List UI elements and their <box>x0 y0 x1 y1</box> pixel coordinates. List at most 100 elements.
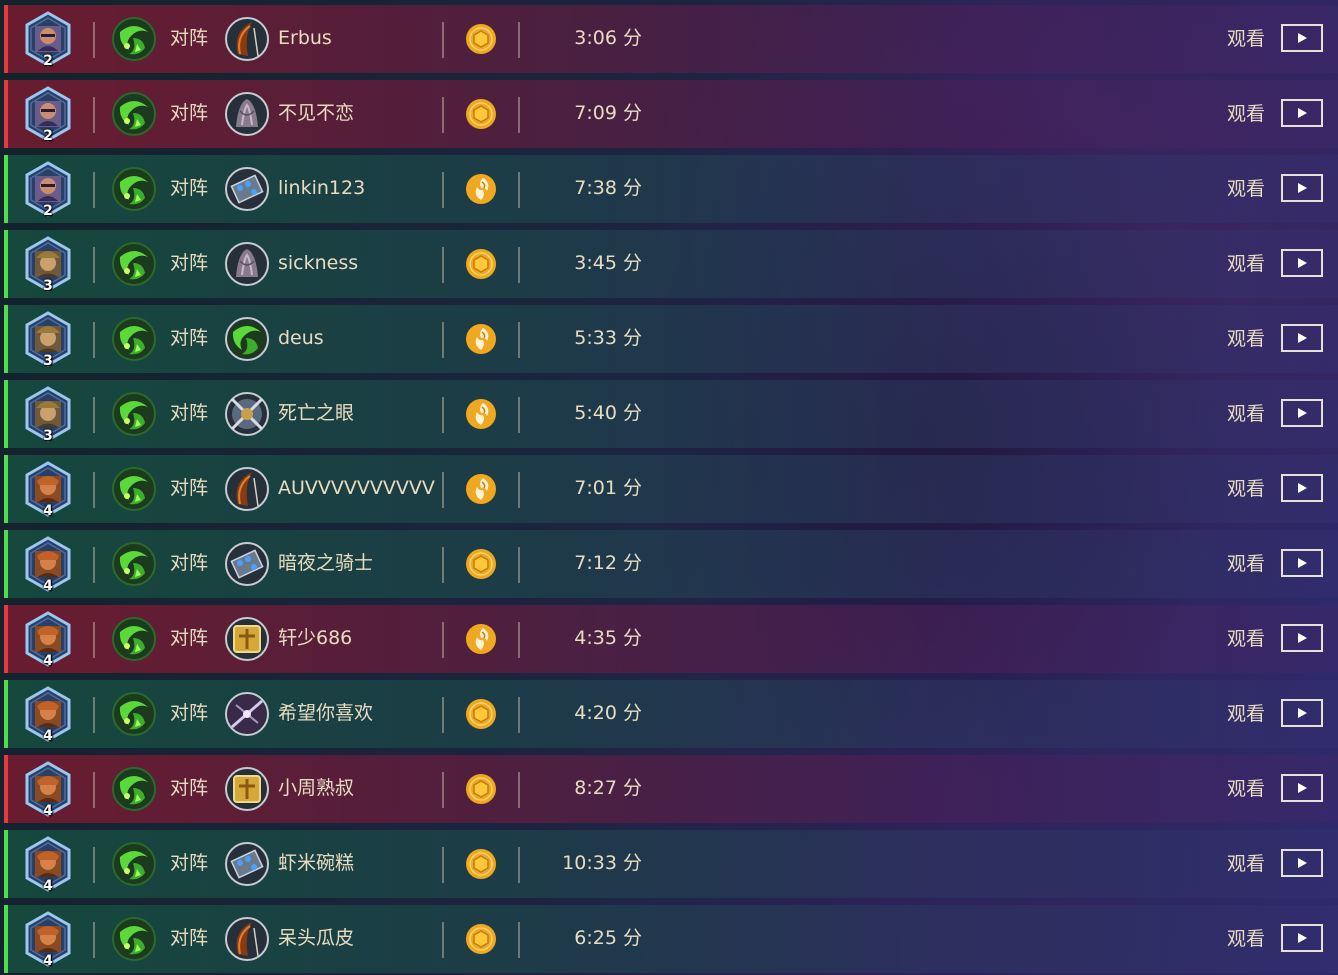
game-duration: 5:33 分 <box>538 325 642 351</box>
play-replay-button[interactable] <box>1281 399 1323 427</box>
play-replay-button[interactable] <box>1281 474 1323 502</box>
column-divider <box>93 22 95 58</box>
opponent-name: Erbus <box>278 27 332 49</box>
first-turn-icon <box>465 323 497 355</box>
column-divider <box>93 97 95 133</box>
duration-value: 5:40 <box>574 402 617 424</box>
duration-unit: 分 <box>622 777 642 799</box>
play-icon <box>1296 182 1308 194</box>
game-duration: 8:27 分 <box>538 775 642 801</box>
column-divider <box>93 247 95 283</box>
rank-badge: 4 <box>43 878 53 894</box>
watch-label[interactable]: 观看 <box>1227 476 1265 502</box>
watch-label[interactable]: 观看 <box>1227 776 1265 802</box>
opponent-class-paladin-icon <box>224 766 270 812</box>
coin-icon <box>465 548 497 580</box>
duration-value: 10:33 <box>562 852 617 874</box>
hero-portrait-rogue-icon: 3 <box>24 311 72 369</box>
rank-badge: 4 <box>43 803 53 819</box>
opponent-name: 呆头瓜皮 <box>278 927 355 949</box>
column-divider <box>442 97 444 133</box>
column-divider <box>442 22 444 58</box>
vs-label: 对阵 <box>170 477 209 499</box>
watch-label[interactable]: 观看 <box>1227 326 1265 352</box>
play-replay-button[interactable] <box>1281 324 1323 352</box>
rank-badge: 3 <box>43 278 53 294</box>
hero-portrait-shaman-icon: 4 <box>24 761 72 819</box>
watch-label[interactable]: 观看 <box>1227 626 1265 652</box>
game-duration: 5:40 分 <box>538 400 642 426</box>
watch-label[interactable]: 观看 <box>1227 101 1265 127</box>
watch-label[interactable]: 观看 <box>1227 26 1265 52</box>
game-duration: 6:25 分 <box>538 925 642 951</box>
play-replay-button[interactable] <box>1281 549 1323 577</box>
game-row: 4 对阵 虾米碗糕 10:33 分 观看 <box>4 830 1338 898</box>
column-divider <box>442 472 444 508</box>
game-duration: 10:33 分 <box>538 850 642 876</box>
green-fel-class-icon <box>111 541 157 587</box>
game-row: 4 对阵 轩少686 4:35 分 观看 <box>4 605 1338 673</box>
hero-portrait-shaman-icon: 4 <box>24 911 72 969</box>
play-replay-button[interactable] <box>1281 249 1323 277</box>
opponent-class-mage-icon <box>224 166 270 212</box>
play-replay-button[interactable] <box>1281 24 1323 52</box>
duration-unit: 分 <box>622 177 642 199</box>
opponent-name: 不见不恋 <box>278 102 355 124</box>
opponent-name: 小周熟叔 <box>278 777 355 799</box>
game-row: 2 对阵 linkin123 7:38 分 观看 <box>4 155 1338 223</box>
column-divider <box>518 622 520 658</box>
watch-label[interactable]: 观看 <box>1227 926 1265 952</box>
rank-badge: 4 <box>43 728 53 744</box>
duration-unit: 分 <box>622 927 642 949</box>
game-duration: 4:35 分 <box>538 625 642 651</box>
first-turn-icon <box>465 623 497 655</box>
play-replay-button[interactable] <box>1281 774 1323 802</box>
vs-label: 对阵 <box>170 927 209 949</box>
watch-label[interactable]: 观看 <box>1227 251 1265 277</box>
duration-value: 4:35 <box>574 627 617 649</box>
hero-portrait-shaman-icon: 4 <box>24 611 72 669</box>
duration-unit: 分 <box>622 852 642 874</box>
rank-badge: 2 <box>43 203 53 219</box>
hero-portrait-warlock-icon: 2 <box>24 86 72 144</box>
rank-badge: 2 <box>43 128 53 144</box>
opponent-class-warrior-icon <box>224 391 270 437</box>
hero-portrait-warlock-icon: 2 <box>24 161 72 219</box>
watch-label[interactable]: 观看 <box>1227 551 1265 577</box>
column-divider <box>518 472 520 508</box>
play-replay-button[interactable] <box>1281 849 1323 877</box>
column-divider <box>442 847 444 883</box>
play-replay-button[interactable] <box>1281 99 1323 127</box>
green-fel-class-icon <box>111 916 157 962</box>
column-divider <box>442 322 444 358</box>
play-replay-button[interactable] <box>1281 924 1323 952</box>
green-fel-class-icon <box>111 16 157 62</box>
game-duration: 7:38 分 <box>538 175 642 201</box>
opponent-class-hunter-icon <box>224 466 270 512</box>
game-row: 2 对阵 Erbus 3:06 分 观看 <box>4 5 1338 73</box>
game-duration: 3:06 分 <box>538 25 642 51</box>
rank-badge: 4 <box>43 578 53 594</box>
duration-value: 7:12 <box>574 552 617 574</box>
watch-label[interactable]: 观看 <box>1227 851 1265 877</box>
hero-portrait-shaman-icon: 4 <box>24 836 72 894</box>
green-fel-class-icon <box>111 466 157 512</box>
watch-label[interactable]: 观看 <box>1227 701 1265 727</box>
play-icon <box>1296 32 1308 44</box>
game-duration: 7:12 分 <box>538 550 642 576</box>
duration-value: 7:01 <box>574 477 617 499</box>
play-replay-button[interactable] <box>1281 699 1323 727</box>
play-replay-button[interactable] <box>1281 624 1323 652</box>
rank-badge: 3 <box>43 428 53 444</box>
green-fel-class-icon <box>111 166 157 212</box>
opponent-name: 暗夜之骑士 <box>278 552 374 574</box>
watch-label[interactable]: 观看 <box>1227 176 1265 202</box>
game-row: 3 对阵 sickness 3:45 分 观看 <box>4 230 1338 298</box>
watch-label[interactable]: 观看 <box>1227 401 1265 427</box>
column-divider <box>93 697 95 733</box>
opponent-class-hunter-icon <box>224 16 270 62</box>
column-divider <box>93 772 95 808</box>
first-turn-icon <box>465 173 497 205</box>
play-replay-button[interactable] <box>1281 174 1323 202</box>
coin-icon <box>465 698 497 730</box>
